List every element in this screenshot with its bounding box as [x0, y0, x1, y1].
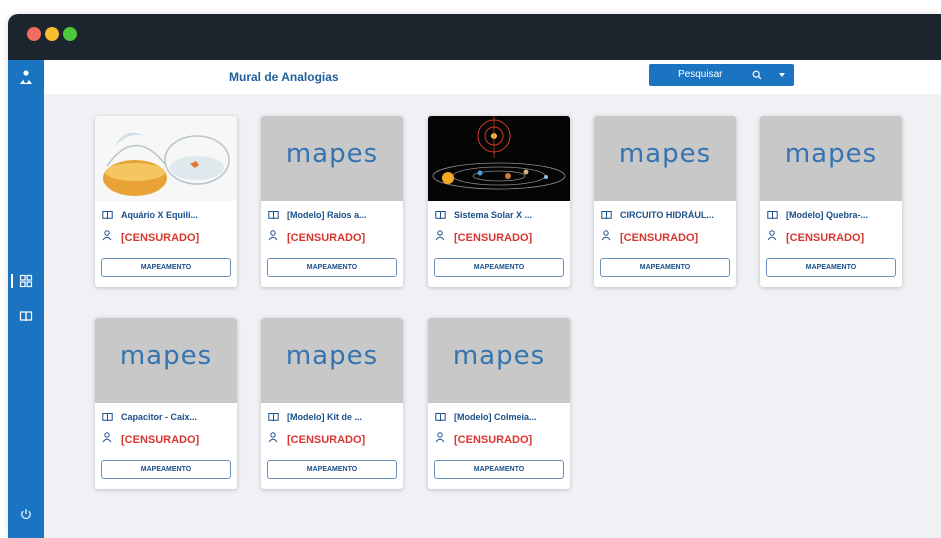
user-icon — [435, 230, 445, 241]
card-author: [CENSURADO] — [121, 232, 200, 244]
analogy-card[interactable]: Aquário X Equilí... [CENSURADO] MAPEAMEN… — [95, 116, 237, 287]
card-title[interactable]: [Modelo] Kit de ... — [287, 412, 399, 422]
chevron-down-icon[interactable] — [779, 73, 785, 77]
analogy-card[interactable]: mapes CIRCUITO HIDRÁUL... [CENSURADO] MA… — [594, 116, 736, 287]
card-thumbnail[interactable]: mapes — [428, 318, 570, 403]
page-title: Mural de Analogias — [229, 70, 339, 84]
book-icon[interactable] — [19, 309, 33, 323]
card-author: [CENSURADO] — [454, 434, 533, 446]
analogy-card[interactable]: mapes [Modelo] Quebra-... [CENSURADO] MA… — [760, 116, 902, 287]
mapeamento-button[interactable]: MAPEAMENTO — [267, 258, 397, 277]
search-icon — [752, 70, 762, 80]
card-title[interactable]: [Modelo] Quebra-... — [786, 210, 898, 220]
user-icon — [102, 230, 112, 241]
analogy-card[interactable]: mapes Capacitor - Caix... [CENSURADO] MA… — [95, 318, 237, 489]
book-icon — [435, 413, 446, 422]
mapeamento-button[interactable]: MAPEAMENTO — [434, 460, 564, 479]
book-icon — [268, 211, 279, 220]
card-author: [CENSURADO] — [287, 434, 366, 446]
book-icon — [102, 211, 113, 220]
mapeamento-button[interactable]: MAPEAMENTO — [766, 258, 896, 277]
user-icon — [601, 230, 611, 241]
card-title[interactable]: [Modelo] Colmeia... — [454, 412, 566, 422]
card-thumbnail[interactable] — [428, 116, 570, 201]
card-author: [CENSURADO] — [454, 232, 533, 244]
book-icon — [268, 413, 279, 422]
book-icon — [102, 413, 113, 422]
close-window-button[interactable] — [27, 27, 41, 41]
app-window: Mural de Analogias Pesquisar Aquário X E… — [8, 14, 941, 538]
mapes-logo: mapes — [285, 341, 379, 371]
active-nav-indicator — [11, 274, 13, 288]
card-author: [CENSURADO] — [786, 232, 865, 244]
solar-system-image — [432, 116, 566, 190]
search-button[interactable]: Pesquisar — [649, 64, 794, 86]
card-author: [CENSURADO] — [620, 232, 699, 244]
user-icon — [435, 432, 445, 443]
card-thumbnail[interactable]: mapes — [760, 116, 902, 201]
card-title[interactable]: Sistema Solar X ... — [454, 210, 566, 220]
mapeamento-button[interactable]: MAPEAMENTO — [101, 460, 231, 479]
analogy-card[interactable]: mapes [Modelo] Raios a... [CENSURADO] MA… — [261, 116, 403, 287]
minimize-window-button[interactable] — [45, 27, 59, 41]
analogy-card[interactable]: mapes [Modelo] Colmeia... [CENSURADO] MA… — [428, 318, 570, 489]
card-author: [CENSURADO] — [121, 434, 200, 446]
user-icon — [102, 432, 112, 443]
mapes-logo: mapes — [119, 341, 213, 371]
title-bar — [8, 14, 941, 60]
grid-icon[interactable] — [19, 274, 33, 288]
mapes-logo: mapes — [285, 139, 379, 169]
header: Mural de Analogias Pesquisar — [44, 60, 941, 94]
card-author: [CENSURADO] — [287, 232, 366, 244]
app-logo-icon[interactable] — [17, 69, 35, 87]
card-title[interactable]: Capacitor - Caix... — [121, 412, 233, 422]
analogy-card[interactable]: mapes [Modelo] Kit de ... [CENSURADO] MA… — [261, 318, 403, 489]
card-title[interactable]: [Modelo] Raios a... — [287, 210, 399, 220]
book-icon — [601, 211, 612, 220]
card-title[interactable]: Aquário X Equilí... — [121, 210, 233, 220]
power-icon[interactable] — [19, 507, 33, 521]
user-icon — [268, 432, 278, 443]
book-icon — [435, 211, 446, 220]
card-title[interactable]: CIRCUITO HIDRÁUL... — [620, 210, 732, 220]
card-thumbnail[interactable]: mapes — [261, 318, 403, 403]
mapeamento-button[interactable]: MAPEAMENTO — [267, 460, 397, 479]
analogy-card[interactable]: Sistema Solar X ... [CENSURADO] MAPEAMEN… — [428, 116, 570, 287]
sidebar — [8, 60, 44, 538]
book-icon — [767, 211, 778, 220]
mapeamento-button[interactable]: MAPEAMENTO — [101, 258, 231, 277]
mapes-logo: mapes — [618, 139, 712, 169]
mapeamento-button[interactable]: MAPEAMENTO — [600, 258, 730, 277]
user-icon — [767, 230, 777, 241]
aquarium-image — [103, 132, 230, 196]
card-thumbnail[interactable] — [95, 116, 237, 201]
card-thumbnail[interactable]: mapes — [95, 318, 237, 403]
search-label: Pesquisar — [678, 69, 723, 80]
mapes-logo: mapes — [452, 341, 546, 371]
maximize-window-button[interactable] — [63, 27, 77, 41]
card-thumbnail[interactable]: mapes — [594, 116, 736, 201]
card-thumbnail[interactable]: mapes — [261, 116, 403, 201]
mapeamento-button[interactable]: MAPEAMENTO — [434, 258, 564, 277]
mapes-logo: mapes — [784, 139, 878, 169]
user-icon — [268, 230, 278, 241]
